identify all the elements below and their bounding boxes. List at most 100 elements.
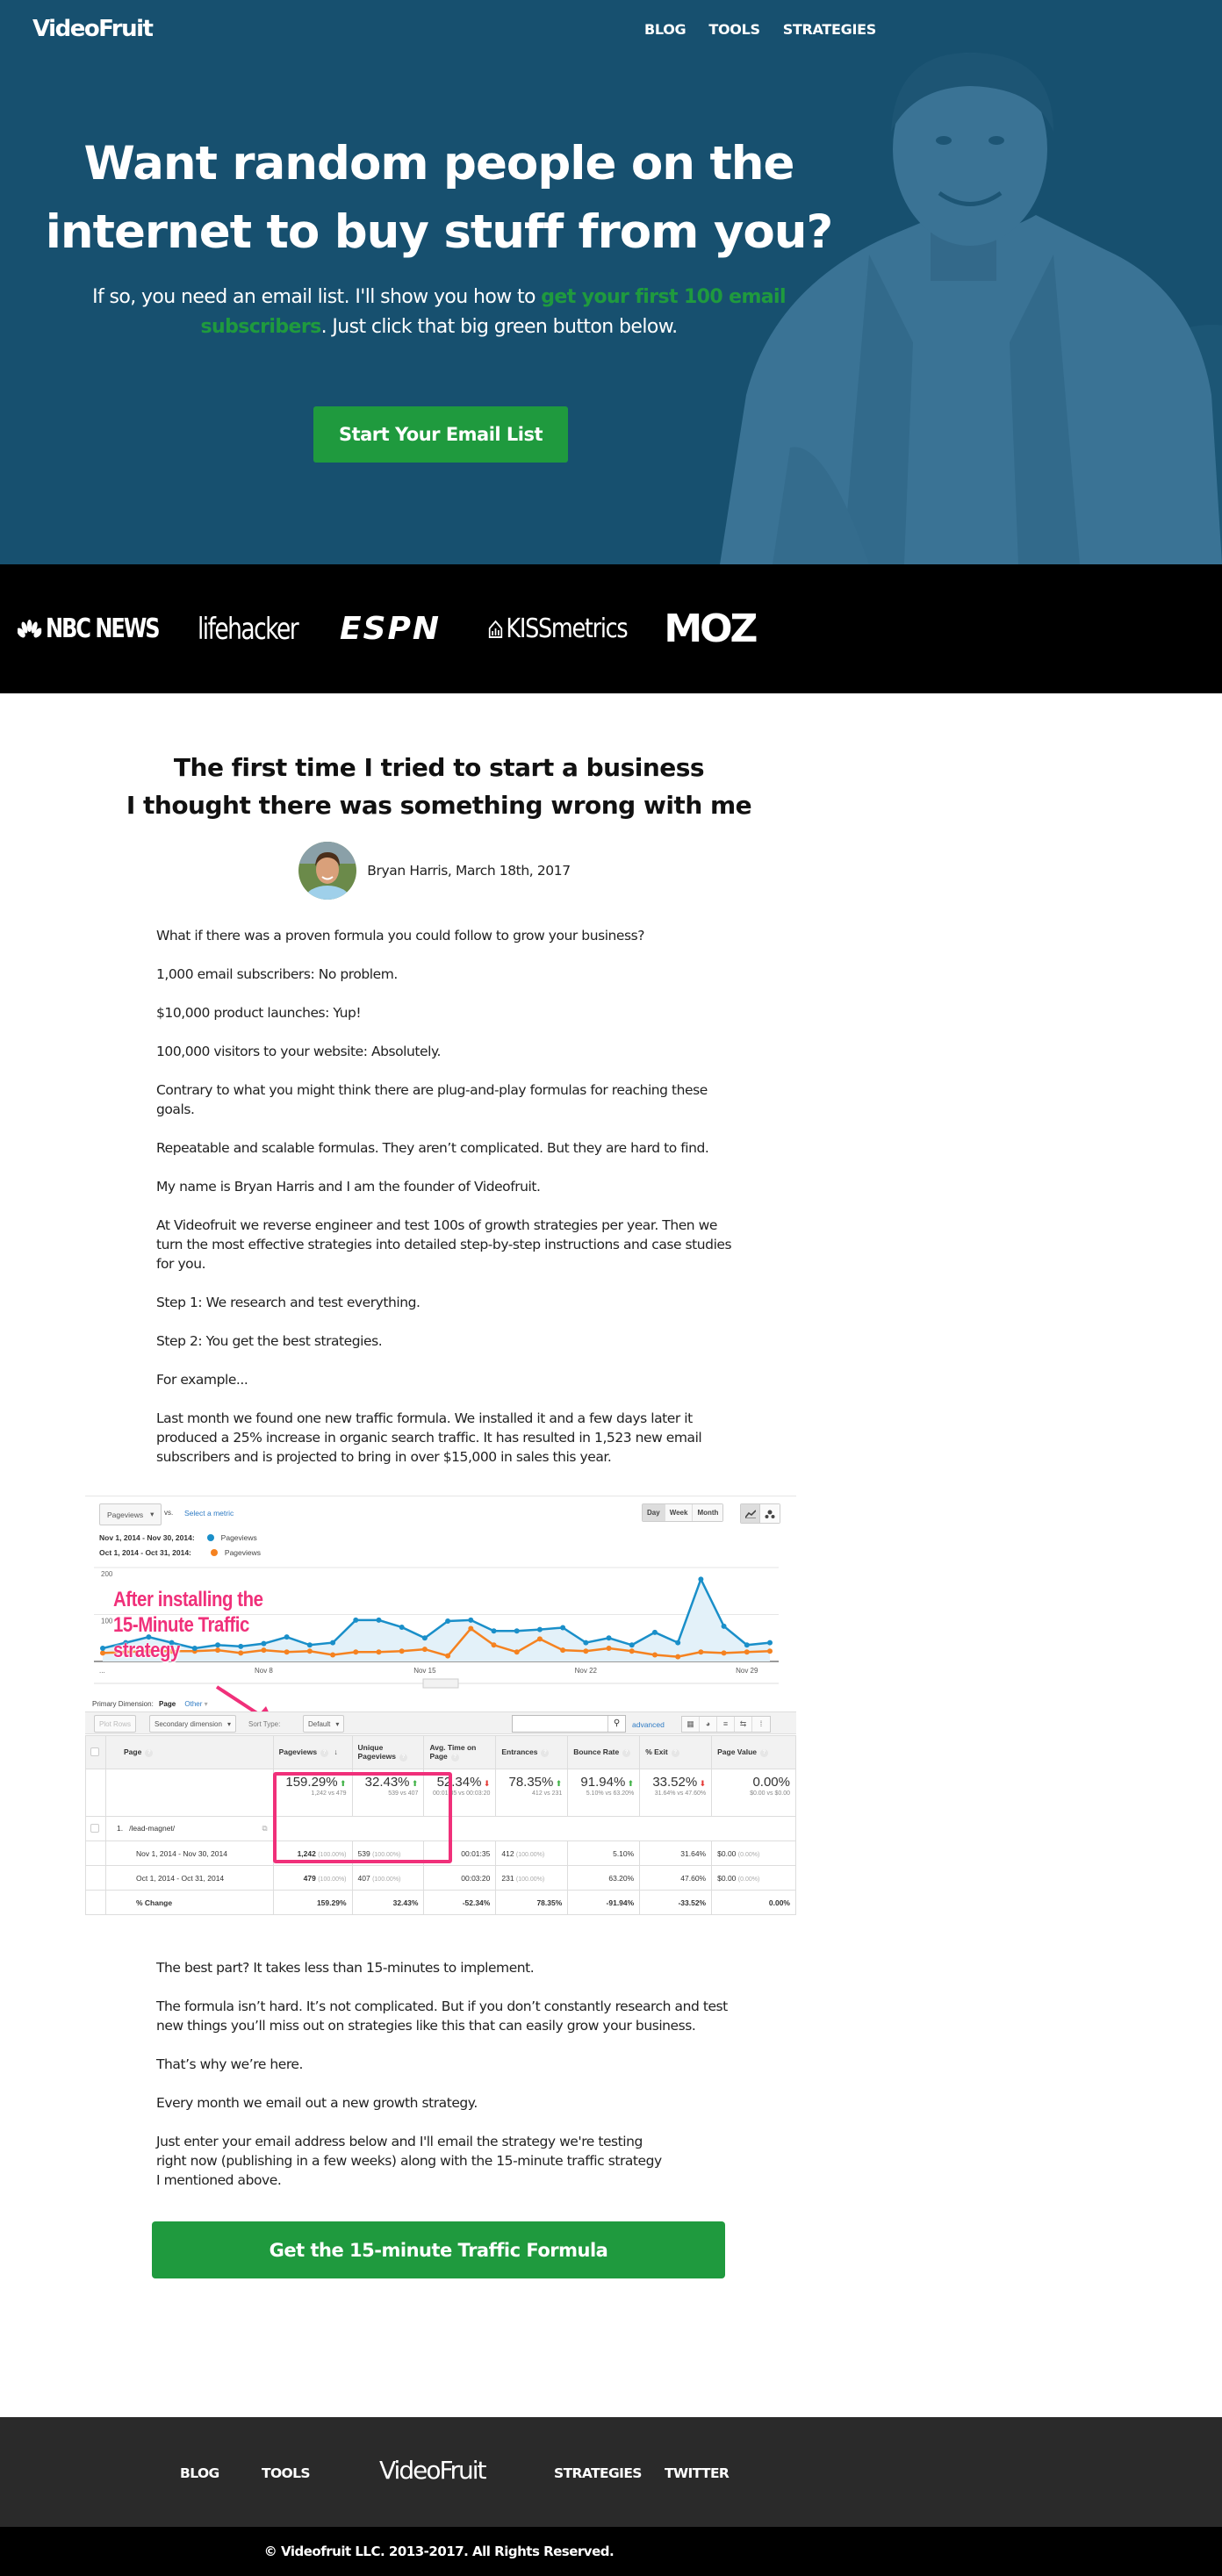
performance-view-icon: ≡	[717, 1717, 735, 1732]
article-title-line-1: The first time I tried to start a busine…	[173, 753, 705, 782]
primary-dimension-label: Primary Dimension:	[92, 1700, 154, 1708]
secondary-dimension-dropdown: Secondary dimension ▾	[149, 1715, 236, 1733]
hero-subtitle-pre: If so, you need an email list. I'll show…	[92, 286, 542, 308]
start-email-list-button[interactable]: Start Your Email List	[313, 406, 568, 463]
help-icon: ?	[541, 1748, 550, 1757]
data-point	[100, 1646, 105, 1652]
help-icon: ?	[760, 1748, 769, 1757]
secondary-dimension-label: Secondary dimension	[155, 1719, 222, 1728]
moz-logo: MOZ	[664, 606, 758, 651]
data-point	[468, 1625, 474, 1632]
article-title: The first time I tried to start a busine…	[0, 749, 878, 824]
summary-cell: 78.35% ⬆ 412 vs 231	[495, 1769, 569, 1817]
byline-text: Bryan Harris, March 18th, 2017	[367, 863, 571, 879]
lifehacker-logo: lifehacker	[197, 611, 299, 647]
table-row-page: 1. /lead-magnet/ ⧉	[85, 1816, 797, 1841]
get-traffic-formula-button[interactable]: Get the 15-minute Traffic Formula	[152, 2221, 725, 2278]
table-view-switcher: ▦ ◕ ≡ ⇆ ⁞	[681, 1716, 771, 1733]
espn-logo: ESPN	[339, 611, 442, 647]
summary-cell: 33.52% ⬇ 31.64% vs 47.60%	[639, 1769, 713, 1817]
paragraph: $10,000 product launches: Yup!	[156, 1005, 362, 1021]
data-point	[698, 1649, 704, 1655]
plot-rows-button: Plot Rows	[94, 1715, 137, 1733]
footer-link-strategies[interactable]: STRATEGIES	[554, 2465, 642, 2481]
table-toolbar: Plot Rows Secondary dimension ▾ Sort Typ…	[85, 1711, 796, 1734]
search-icon: ⚲	[607, 1716, 625, 1732]
hero-title-line-2: internet to buy stuff from you?	[45, 205, 834, 259]
data-point	[536, 1636, 543, 1642]
x-tick-label: Nov 15	[413, 1667, 436, 1675]
select-metric-link: Select a metric	[184, 1509, 234, 1518]
footer-link-tools[interactable]: TOOLS	[262, 2465, 311, 2481]
vs-label: vs.	[164, 1509, 174, 1517]
help-icon: ?	[622, 1748, 631, 1757]
hero-title-line-1: Want random people on the	[83, 137, 795, 190]
summary-row: 159.29% ⬆ 1,242 vs 479 32.43% ⬆ 539 vs 407…	[85, 1769, 796, 1817]
data-point	[421, 1635, 428, 1641]
table-row: Oct 1, 2014 - Oct 31, 2014 479 (100.00%)…	[85, 1865, 796, 1891]
paragraph: Every month we email out a new growth st…	[156, 2095, 478, 2111]
paragraph: What if there was a proven formula you c…	[156, 928, 645, 944]
x-tick-label: ...	[99, 1667, 105, 1675]
footer-link-blog[interactable]: BLOG	[180, 2465, 219, 2481]
article-body-closing: The best part? It takes less than 15-min…	[156, 1958, 736, 2190]
data-point	[767, 1648, 773, 1654]
data-point	[100, 1650, 105, 1656]
paragraph: The formula isn’t hard. It’s not complic…	[156, 1998, 728, 2034]
legend-dot-orange	[210, 1549, 218, 1556]
paragraph: 1,000 email subscribers: No problem.	[156, 966, 398, 982]
data-point	[353, 1617, 359, 1623]
peacock-icon	[18, 619, 42, 637]
article-body-intro: What if there was a proven formula you c…	[156, 926, 736, 1467]
nav-tools[interactable]: TOOLS	[708, 21, 760, 38]
paragraph: Just enter your email address below and …	[156, 2134, 662, 2188]
press-logos-bar: NBC NEWS lifehacker ESPN KISSmetrics MOZ	[0, 564, 1222, 693]
hero-section: VideoFruit BLOG TOOLS STRATEGIES Want ra…	[0, 0, 1222, 564]
data-point	[606, 1646, 612, 1652]
legend-range: Oct 1, 2014 - Oct 31, 2014:	[99, 1548, 191, 1557]
nav-strategies[interactable]: STRATEGIES	[783, 21, 877, 38]
column-header-pageviews: Pageviews? ↓	[272, 1735, 353, 1769]
table-row: Nov 1, 2014 - Nov 30, 2014 1,242 (100.00…	[85, 1841, 796, 1866]
legend-metric: Pageviews	[220, 1533, 257, 1542]
data-point	[284, 1649, 290, 1655]
row-index: 1.	[116, 1824, 124, 1833]
metric-dropdown: Pageviews ▾	[99, 1503, 162, 1525]
chart-type-group	[740, 1503, 780, 1524]
column-header-page: Page?	[104, 1735, 274, 1769]
site-logo[interactable]: VideoFruit	[32, 16, 154, 42]
data-point	[514, 1649, 520, 1655]
month-button: Month	[693, 1504, 723, 1521]
nav-blog[interactable]: BLOG	[644, 21, 686, 38]
chart-annotation: After installing the 15-Minute Traffic s…	[113, 1587, 263, 1663]
x-tick-label: Nov 8	[255, 1667, 273, 1675]
arrow-up-icon: ⬆	[627, 1779, 635, 1788]
summary-cell: 159.29% ⬆ 1,242 vs 479	[272, 1769, 353, 1817]
data-point	[629, 1642, 635, 1648]
summary-cell: 52.34% ⬇ 00:01:35 vs 00:03:20	[423, 1769, 497, 1817]
primary-dimension-value: Page	[159, 1700, 176, 1708]
data-point	[421, 1647, 428, 1653]
footer-link-twitter[interactable]: TWITTER	[665, 2465, 730, 2481]
data-point	[445, 1653, 451, 1659]
data-point	[468, 1617, 474, 1623]
sort-type-value: Default	[308, 1719, 331, 1728]
caret-down-icon: ▾	[204, 1700, 208, 1708]
data-point	[306, 1642, 313, 1648]
caret-down-icon: ▾	[150, 1510, 155, 1518]
author-avatar	[298, 842, 357, 900]
footer: BLOG TOOLS VideoFruit STRATEGIES TWITTER	[0, 2417, 1222, 2527]
analytics-screenshot: Pageviews ▾ vs. Select a metric Nov 1, 2…	[85, 1486, 797, 1927]
help-icon: ?	[671, 1748, 679, 1757]
table-header-row: Page? Pageviews? ↓ Unique Pageviews? Avg…	[85, 1735, 796, 1769]
legend-metric: Pageviews	[224, 1548, 262, 1557]
data-point	[560, 1625, 566, 1631]
footer-logo[interactable]: VideoFruit	[379, 2456, 487, 2485]
data-point	[675, 1640, 681, 1646]
data-point	[629, 1648, 635, 1654]
caret-down-icon: ▾	[226, 1719, 231, 1728]
data-point	[491, 1628, 497, 1634]
column-header-avg-time-on-page: Avg. Time on Page?	[423, 1735, 497, 1769]
help-icon: ?	[320, 1748, 329, 1757]
time-granularity-group: Day Week Month	[642, 1503, 724, 1522]
